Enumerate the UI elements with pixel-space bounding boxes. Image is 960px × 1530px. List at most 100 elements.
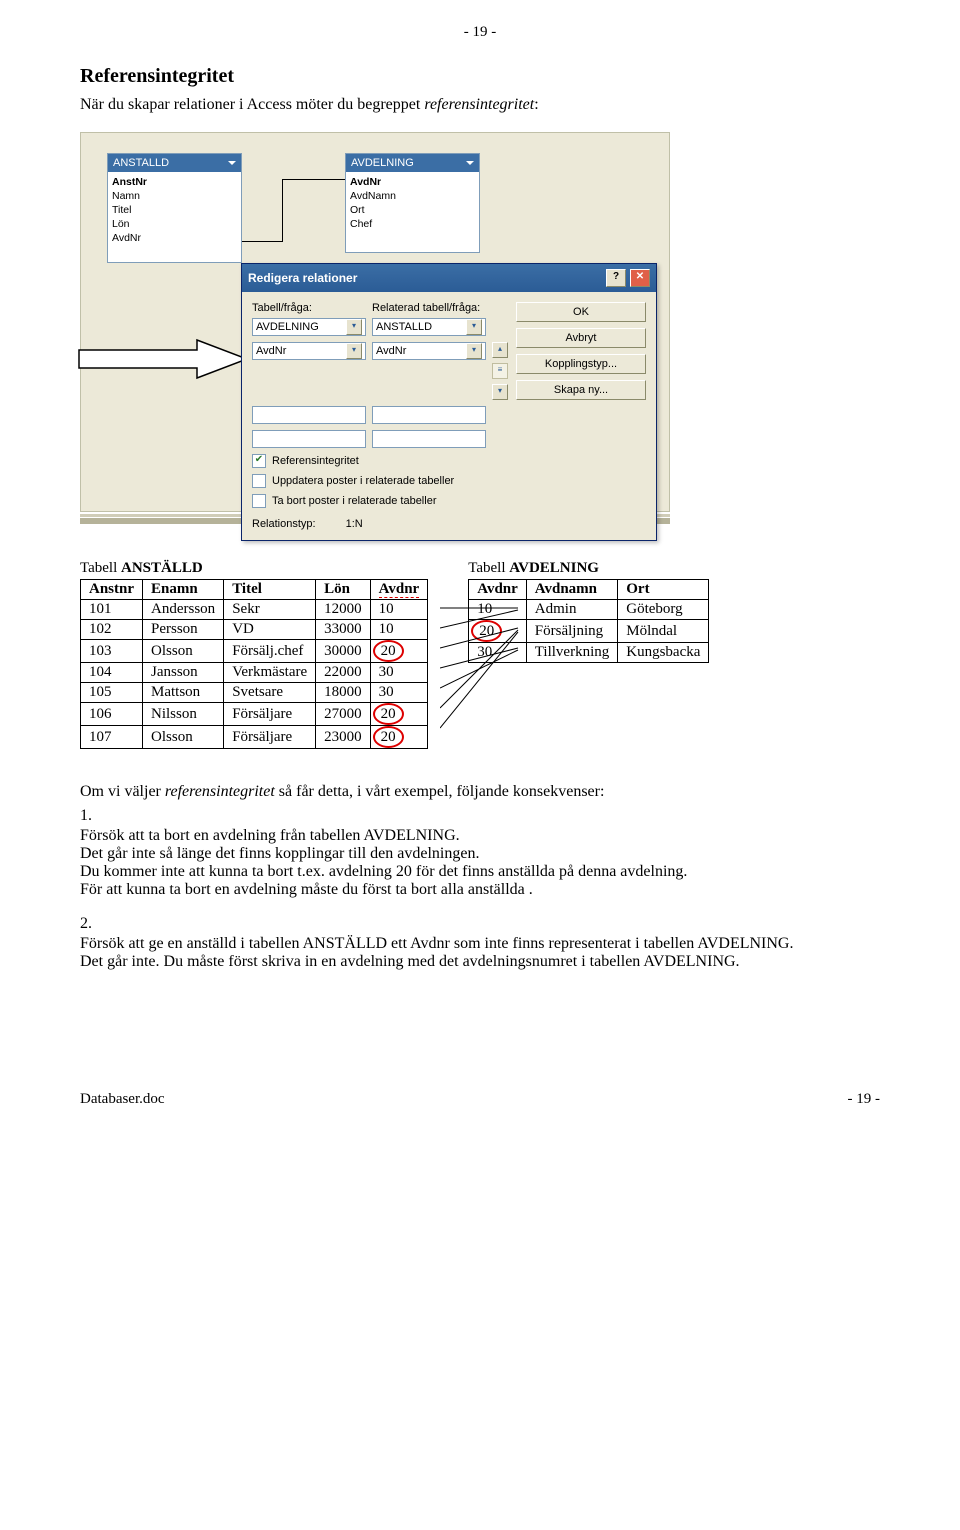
circled-value: 20 <box>373 640 404 662</box>
create-new-button[interactable]: Skapa ny... <box>516 380 646 400</box>
table-box-title: AVDELNING <box>346 154 479 172</box>
dialog-title-text: Redigera relationer <box>248 271 357 285</box>
field: Lön <box>112 217 237 231</box>
cell: Admin <box>526 600 617 620</box>
table-box-title: ANSTALLD <box>108 154 241 172</box>
cell: Försälj.chef <box>224 640 316 663</box>
combo-value: AvdNr <box>376 343 406 359</box>
field: Titel <box>112 203 237 217</box>
cell: Kungsbacka <box>618 643 709 663</box>
combo-field-right[interactable]: AvdNr ▾ <box>372 342 486 360</box>
body-text: Om vi väljer referensintegritet så får d… <box>80 783 880 971</box>
body-text-span: så får detta, i vårt exempel, följande k… <box>275 783 605 800</box>
empty-cell[interactable] <box>252 430 366 448</box>
cell: Försäljare <box>224 726 316 749</box>
checkbox-referential-integrity[interactable]: ✔ <box>252 454 266 468</box>
chevron-up-icon: ▴ <box>492 342 508 358</box>
combo-field-left[interactable]: AvdNr ▾ <box>252 342 366 360</box>
body-line: Det går inte så länge det finns koppling… <box>80 845 479 862</box>
relation-type-label: Relationstyp: <box>252 518 316 530</box>
cell: 20 <box>469 620 527 643</box>
combo-related-table[interactable]: ANSTALLD ▾ <box>372 318 486 336</box>
checkbox-cascade-update[interactable] <box>252 474 266 488</box>
cell: VD <box>224 620 316 640</box>
cancel-button[interactable]: Avbryt <box>516 328 646 348</box>
table-row: 106NilssonFörsäljare2700020 <box>81 703 428 726</box>
empty-cell[interactable] <box>372 406 486 424</box>
circled-value: 20 <box>471 620 502 642</box>
cell: 27000 <box>316 703 371 726</box>
cell: 12000 <box>316 600 371 620</box>
relation-type-value: 1:N <box>346 518 363 530</box>
table-box-anstalld[interactable]: ANSTALLD AnstNr Namn Titel Lön AvdNr <box>107 153 242 263</box>
cell: 23000 <box>316 726 371 749</box>
cell: Svetsare <box>224 683 316 703</box>
table-row: 105MattsonSvetsare1800030 <box>81 683 428 703</box>
cell: 30000 <box>316 640 371 663</box>
close-button[interactable]: ✕ <box>630 269 650 287</box>
table-row: 10AdminGöteborg <box>469 600 709 620</box>
cell: Andersson <box>143 600 224 620</box>
col-header: Avdnr <box>469 580 527 600</box>
body-line: Försök att ta bort en avdelning från tab… <box>80 827 460 844</box>
cell: Mölndal <box>618 620 709 643</box>
field: Ort <box>350 203 475 217</box>
col-header: Avdnamn <box>526 580 617 600</box>
cell: 10 <box>469 600 527 620</box>
cell: 30 <box>370 683 428 703</box>
table-row: 30TillverkningKungsbacka <box>469 643 709 663</box>
field: AvdNamn <box>350 189 475 203</box>
scrollbar[interactable]: ▴ ≡ ▾ <box>492 342 506 400</box>
cell: 102 <box>81 620 143 640</box>
section-heading: Referensintegritet <box>80 65 880 88</box>
page-number-top: - 19 - <box>80 24 880 41</box>
help-button[interactable]: ? <box>606 269 626 287</box>
empty-cell[interactable] <box>372 430 486 448</box>
combo-value: AvdNr <box>256 343 286 359</box>
table-row: 107OlssonFörsäljare2300020 <box>81 726 428 749</box>
cell: 22000 <box>316 663 371 683</box>
scroll-thumb: ≡ <box>492 363 508 379</box>
cell: Olsson <box>143 726 224 749</box>
cell: Göteborg <box>618 600 709 620</box>
table-row: 103OlssonFörsälj.chef3000020 <box>81 640 428 663</box>
chevron-down-icon <box>466 161 474 169</box>
cell: Tillverkning <box>526 643 617 663</box>
body-line: För att kunna ta bort en avdelning måste… <box>80 881 533 898</box>
col-header: Ort <box>618 580 709 600</box>
circled-value: 20 <box>373 703 404 725</box>
access-screenshot: ANSTALLD AnstNr Namn Titel Lön AvdNr AVD… <box>80 132 670 524</box>
cell: 105 <box>81 683 143 703</box>
table-title-text: ANSTALLD <box>113 157 169 169</box>
cell: 101 <box>81 600 143 620</box>
intro-suffix: : <box>534 96 538 113</box>
cell: Nilsson <box>143 703 224 726</box>
combo-table[interactable]: AVDELNING ▾ <box>252 318 366 336</box>
table-row: 102PerssonVD3300010 <box>81 620 428 640</box>
col-header: Enamn <box>143 580 224 600</box>
cell: Jansson <box>143 663 224 683</box>
empty-cell[interactable] <box>252 406 366 424</box>
cell: Sekr <box>224 600 316 620</box>
body-line: Försök att ge en anställd i tabellen ANS… <box>80 935 793 952</box>
cell: 20 <box>370 640 428 663</box>
intro-prefix: När du skapar relationer i Access möter … <box>80 96 424 113</box>
field: AvdNr <box>112 231 237 245</box>
intro-term: referensintegritet <box>424 96 534 113</box>
checkbox-cascade-delete[interactable] <box>252 494 266 508</box>
dialog-titlebar: Redigera relationer ? ✕ <box>242 264 656 292</box>
cell: 18000 <box>316 683 371 703</box>
col-header-text: Avdnr <box>379 581 420 598</box>
table-label-prefix: Tabell <box>468 560 509 576</box>
cell: 10 <box>370 600 428 620</box>
table-box-avdelning[interactable]: AVDELNING AvdNr AvdNamn Ort Chef <box>345 153 480 253</box>
table-label: Tabell ANSTÄLLD <box>80 560 428 577</box>
chevron-down-icon: ▾ <box>466 319 482 335</box>
combo-value: AVDELNING <box>256 319 319 335</box>
cell: 103 <box>81 640 143 663</box>
col-header: Lön <box>316 580 371 600</box>
ok-button[interactable]: OK <box>516 302 646 322</box>
cell: Mattson <box>143 683 224 703</box>
join-type-button[interactable]: Kopplingstyp... <box>516 354 646 374</box>
cell: 106 <box>81 703 143 726</box>
